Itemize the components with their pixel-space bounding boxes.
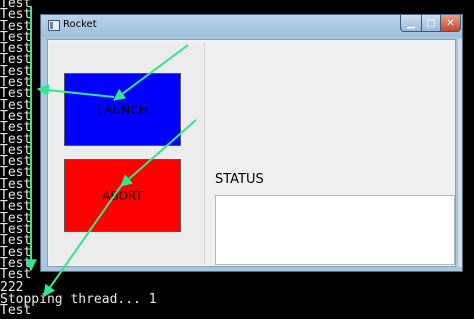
window-title: Rocket [63,19,97,30]
minimize-icon: ▁ [407,17,415,29]
window-titlebar[interactable]: Rocket ▁ □ ✕ [41,15,462,37]
abort-button-label: ABORT [102,188,143,203]
rocket-window: Rocket ▁ □ ✕ LAUNCH ABORT STATUS [40,14,463,272]
console-line: Stopping thread... 1 [0,291,157,307]
minimize-button[interactable]: ▁ [400,15,422,32]
abort-button[interactable]: ABORT [64,159,181,232]
console-bottom-output: 222 Stopping thread... 1 Test [0,281,474,318]
maximize-icon: □ [426,17,436,29]
console-line: Test [0,267,32,281]
close-icon: ✕ [446,17,455,29]
launch-button-label: LAUNCH [97,102,148,117]
maximize-button[interactable]: □ [421,15,441,32]
app-icon [48,20,60,31]
console-left-column: Test Test Test Test Test Test Test Test Test Test… [0,0,34,280]
launch-button[interactable]: LAUNCH [64,73,181,146]
status-label: STATUS [215,172,264,187]
window-scrollbar[interactable] [458,39,462,267]
console-line: Test [0,303,32,318]
window-client-area: LAUNCH ABORT STATUS [47,39,456,267]
close-button[interactable]: ✕ [440,15,461,32]
status-output-field[interactable] [215,195,455,265]
